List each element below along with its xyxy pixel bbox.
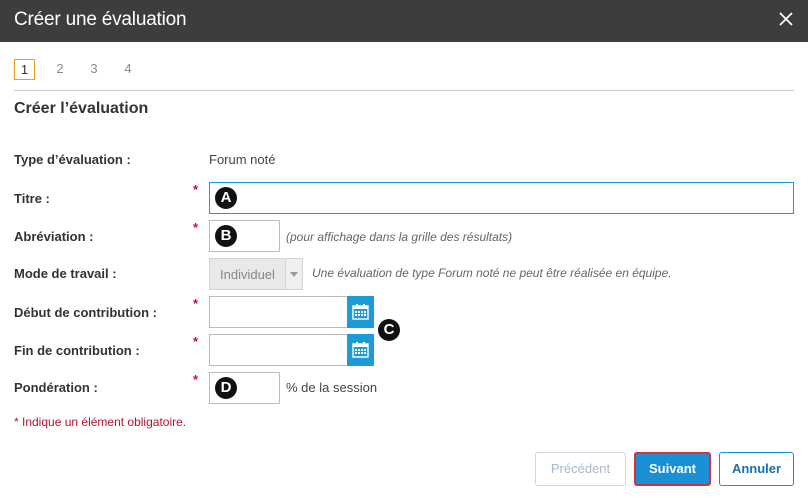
- required-marker: *: [193, 182, 199, 197]
- calendar-icon[interactable]: [347, 296, 374, 328]
- cancel-button[interactable]: Annuler: [719, 452, 794, 486]
- required-note: * Indique un élément obligatoire.: [14, 415, 187, 429]
- title-label: Titre :: [14, 191, 50, 206]
- section-title: Créer l’évaluation: [14, 100, 149, 117]
- step-1[interactable]: 1: [14, 59, 35, 80]
- calendar-icon[interactable]: [347, 334, 374, 366]
- weight-suffix: % de la session: [286, 380, 378, 395]
- required-marker: *: [193, 334, 199, 349]
- required-marker: *: [193, 372, 199, 387]
- callout-b: B: [215, 225, 237, 247]
- type-label: Type d’évaluation :: [14, 152, 131, 167]
- required-marker: *: [193, 220, 199, 235]
- dialog-title: Créer une évaluation: [14, 9, 187, 30]
- mode-label: Mode de travail :: [14, 266, 117, 281]
- type-value: Forum noté: [209, 152, 276, 167]
- dialog-titlebar: Créer une évaluation: [0, 0, 808, 42]
- close-icon[interactable]: [776, 9, 796, 29]
- step-2[interactable]: 2: [50, 59, 70, 79]
- required-marker: *: [193, 296, 199, 311]
- callout-a: A: [215, 187, 237, 209]
- weight-label: Pondération :: [14, 380, 98, 395]
- abbrev-label: Abréviation :: [14, 229, 94, 244]
- mode-select: Individuel: [209, 258, 303, 290]
- steps-divider: [14, 90, 794, 91]
- step-4[interactable]: 4: [118, 59, 138, 79]
- chevron-down-icon: [285, 259, 302, 289]
- start-label: Début de contribution :: [14, 305, 157, 320]
- callout-c: C: [378, 319, 400, 341]
- title-input[interactable]: [209, 182, 794, 214]
- next-button[interactable]: Suivant: [634, 452, 711, 486]
- mode-hint: Une évaluation de type Forum noté ne peu…: [312, 266, 672, 280]
- callout-d: D: [215, 377, 237, 399]
- abbrev-hint: (pour affichage dans la grille des résul…: [286, 230, 513, 244]
- end-label: Fin de contribution :: [14, 343, 140, 358]
- step-3[interactable]: 3: [84, 59, 104, 79]
- start-date-input[interactable]: [209, 296, 348, 328]
- previous-button[interactable]: Précédent: [535, 452, 626, 486]
- end-date-input[interactable]: [209, 334, 348, 366]
- mode-select-value: Individuel: [220, 267, 275, 282]
